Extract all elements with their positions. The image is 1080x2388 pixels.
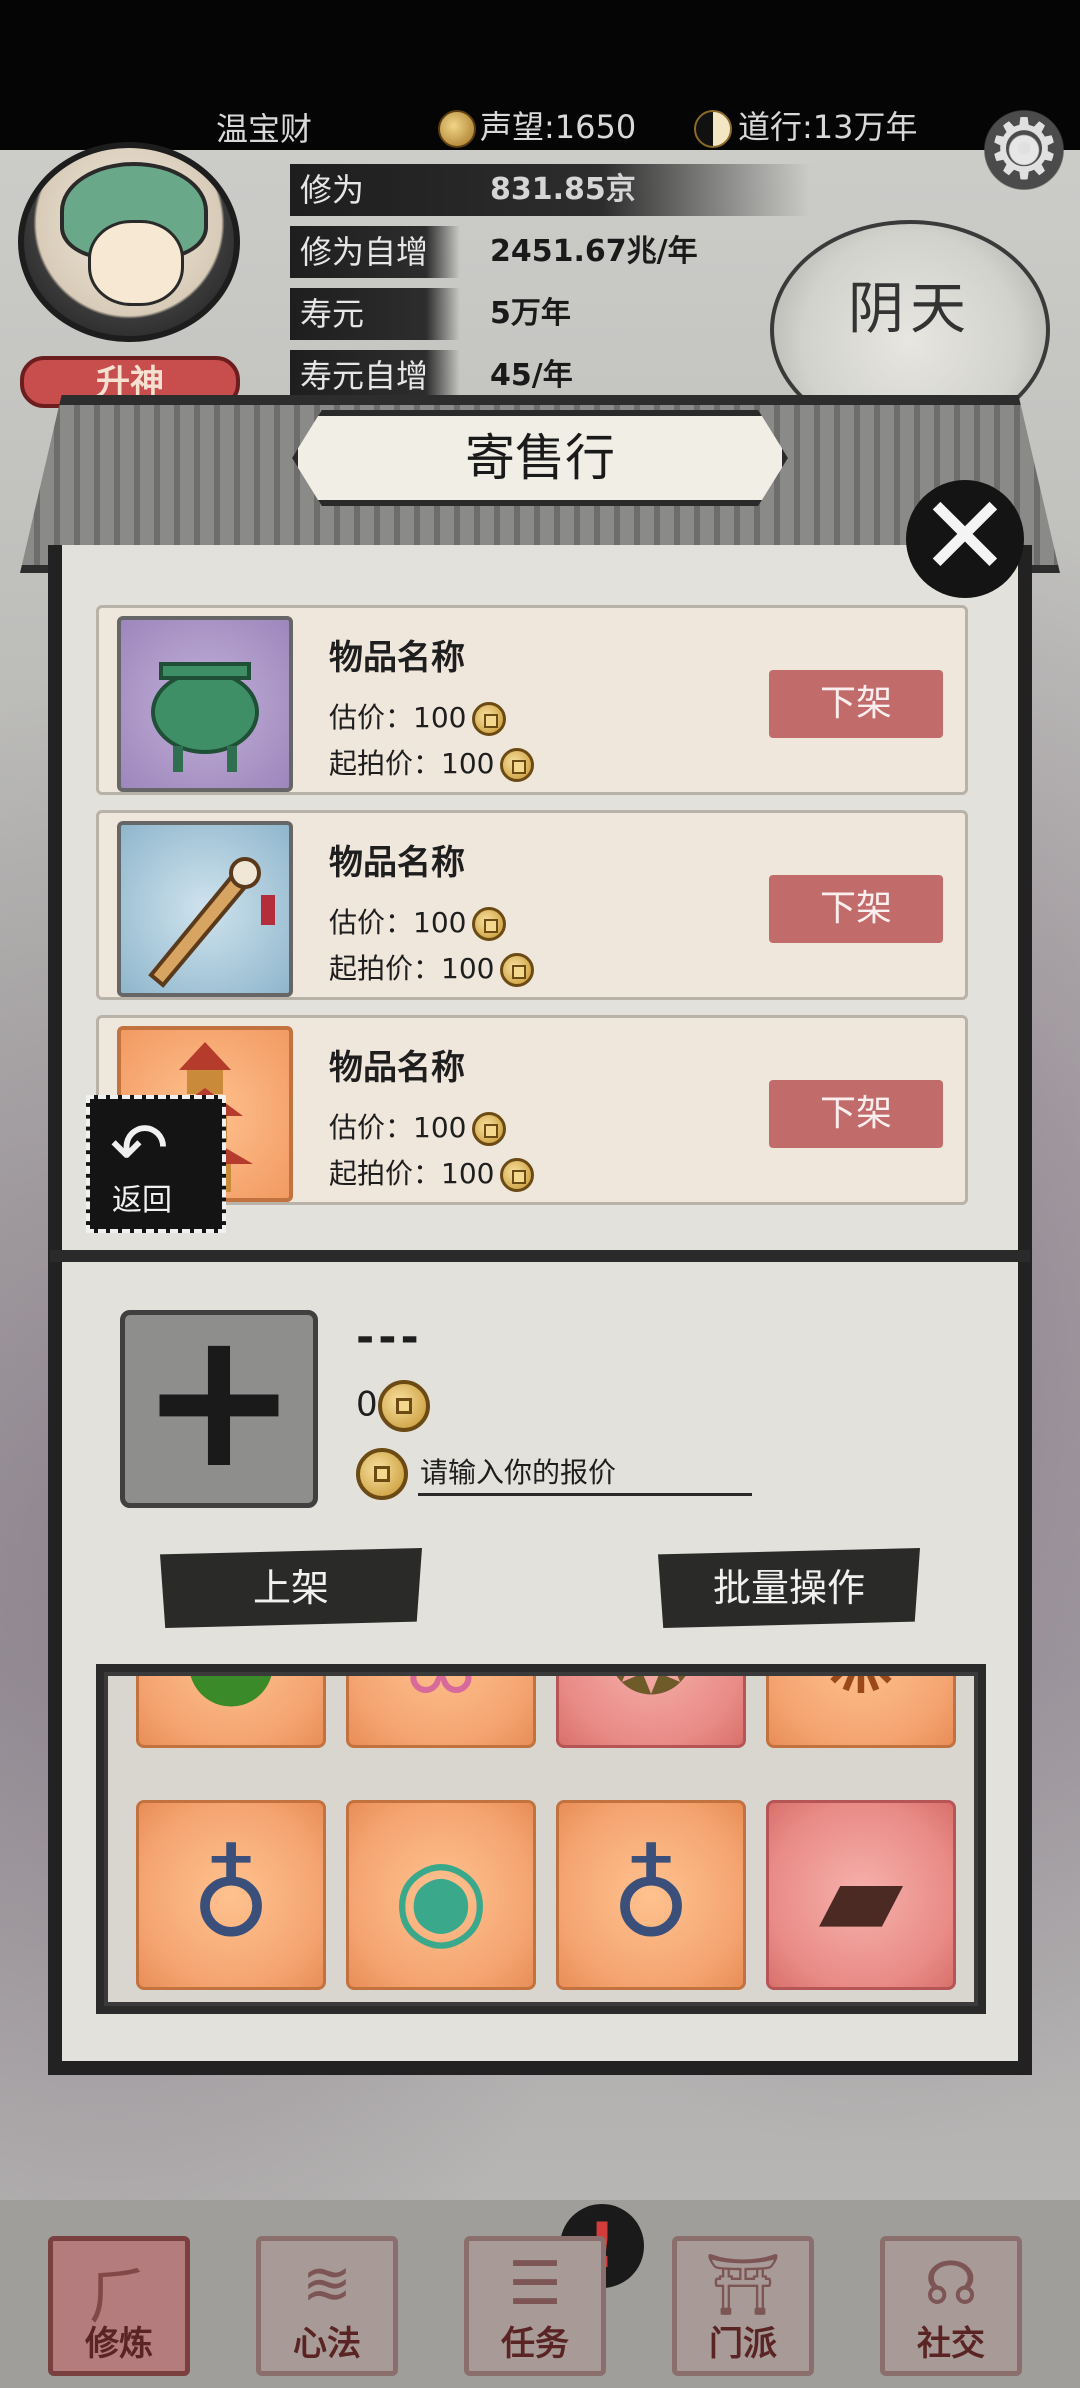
nav-label: 任务 [501,2324,569,2364]
selected-value-text: 0 [356,1384,378,1425]
coin-icon [472,1112,507,1146]
nav-label: 修炼 [85,2324,153,2364]
bronze-cauldron-icon[interactable] [117,616,293,792]
reputation-stat: 声望:1650 [438,102,636,148]
sect-icon: ⛩ [704,2250,782,2320]
nav-cultivate[interactable]: ⺁ 修炼 [48,2236,190,2376]
coin-icon [356,1448,408,1500]
coin-icon [472,907,507,941]
stat-label: 修为自增 [290,226,460,278]
coin-icon [438,110,476,148]
nav-sect[interactable]: ⛩ 门派 [672,2236,814,2376]
jade-orb-icon: ◉ [393,1833,489,1961]
dao-stat: 道行:13万年 [694,102,918,148]
start-price: 起拍价：100 [329,742,535,782]
delist-button[interactable]: 下架 [769,670,943,738]
coin-icon [472,702,507,736]
stat-row-cultivation-rate: 修为自增 2451.67兆/年 [290,226,810,280]
delist-button[interactable]: 下架 [769,875,943,943]
start-price-text: 起拍价：100 [329,952,495,985]
taiji-icon [694,110,732,148]
stat-row-lifespan: 寿元 5万年 [290,288,810,342]
avatar-face [88,220,184,306]
coin-icon [500,1158,535,1192]
reputation-text: 声望:1650 [480,108,637,146]
close-icon[interactable]: ✕ [906,480,1024,598]
nav-label: 门派 [709,2324,777,2364]
inventory-slot[interactable]: ♁ [136,1800,326,1990]
stat-value: 2451.67兆/年 [490,234,698,269]
inventory-grid[interactable]: ● ❀ ❂ ✺ ♁ ◉ ♁ ▰ [96,1664,986,2014]
coin-icon [377,1380,430,1432]
listing-item: 物品名称 估价：100 起拍价：100 下架 [96,1015,968,1205]
estimate-price: 估价：100 [329,1106,507,1146]
sword-icon[interactable] [117,821,293,997]
start-price: 起拍价：100 [329,947,535,987]
bid-price-input[interactable] [418,1452,752,1496]
dialog-title: 寄售行 [292,410,788,506]
nav-social[interactable]: ☊ 社交 [880,2236,1022,2376]
inventory-slot[interactable]: ● [136,1676,326,1748]
stat-value: 5万年 [490,296,571,331]
add-item-slot[interactable]: + [120,1305,318,1508]
batch-operation-button[interactable]: 批量操作 [658,1548,920,1628]
start-price: 起拍价：100 [329,1152,535,1192]
player-name: 温宝财 [216,110,313,148]
panel-divider [50,1250,1030,1262]
inventory-slot[interactable]: ♁ [556,1800,746,1990]
start-price-text: 起拍价：100 [329,1157,495,1190]
back-button[interactable]: ↶ 返回 [86,1095,226,1233]
back-label: 返回 [112,1183,172,1218]
inventory-scroll-area[interactable]: ● ❀ ❂ ✺ ♁ ◉ ♁ ▰ [108,1676,974,2002]
bid-row [356,1448,752,1500]
nav-label: 社交 [917,2324,985,2364]
lotus-scroll-icon: ❀ [349,1676,533,1725]
weather-text: 阴天 [848,277,972,342]
quest-icon: ☰ [508,2249,562,2319]
amulet-icon: ✺ [769,1676,953,1725]
inventory-slot[interactable]: ✺ [766,1676,956,1748]
gourd-icon: ♁ [610,1833,692,1961]
bronze-mask-icon: ❂ [559,1676,743,1725]
item-name: 物品名称 [329,843,465,883]
inventory-slot[interactable]: ▰ [766,1800,956,1990]
estimate-price: 估价：100 [329,901,507,941]
social-icon: ☊ [924,2249,978,2319]
estimate-price: 估价：100 [329,696,507,736]
estimate-text: 估价：100 [329,701,467,734]
settings-gear-icon[interactable]: ⚙ [978,104,1070,196]
stat-label: 寿元自增 [290,350,460,402]
gourd-icon: ♁ [190,1833,272,1961]
listing-item: 物品名称 估价：100 起拍价：100 下架 [96,810,968,1000]
start-price-text: 起拍价：100 [329,747,495,780]
item-name: 物品名称 [329,1048,465,1088]
delist-button[interactable]: 下架 [769,1080,943,1148]
pill-icon: ● [139,1676,323,1725]
scroll-icon: ≋ [301,2249,353,2319]
stat-value: 45/年 [490,358,573,393]
inventory-slot[interactable]: ◉ [346,1800,536,1990]
stat-value: 831.85京 [490,172,636,207]
estimate-text: 估价：100 [329,1111,467,1144]
inventory-slot[interactable]: ❀ [346,1676,536,1748]
coin-icon [500,748,535,782]
dao-text: 道行:13万年 [738,108,918,146]
plus-icon: + [139,1289,299,1510]
coin-icon [500,953,535,987]
nav-label: 心法 [293,2324,361,2364]
listing-item: 物品名称 估价：100 起拍价：100 下架 [96,605,968,795]
list-item-button[interactable]: 上架 [160,1548,422,1628]
stat-row-cultivation: 修为 831.85京 [290,164,810,218]
estimate-text: 估价：100 [329,906,467,939]
item-name: 物品名称 [329,638,465,678]
nav-quests[interactable]: ☰ 任务 [464,2236,606,2376]
selected-item-name: --- [356,1312,423,1363]
inventory-slot[interactable]: ❂ [556,1676,746,1748]
selected-item-value: 0 [356,1380,430,1432]
nav-mind-method[interactable]: ≋ 心法 [256,2236,398,2376]
guqin-icon: ▰ [818,1833,904,1961]
stat-label: 寿元 [290,288,460,340]
